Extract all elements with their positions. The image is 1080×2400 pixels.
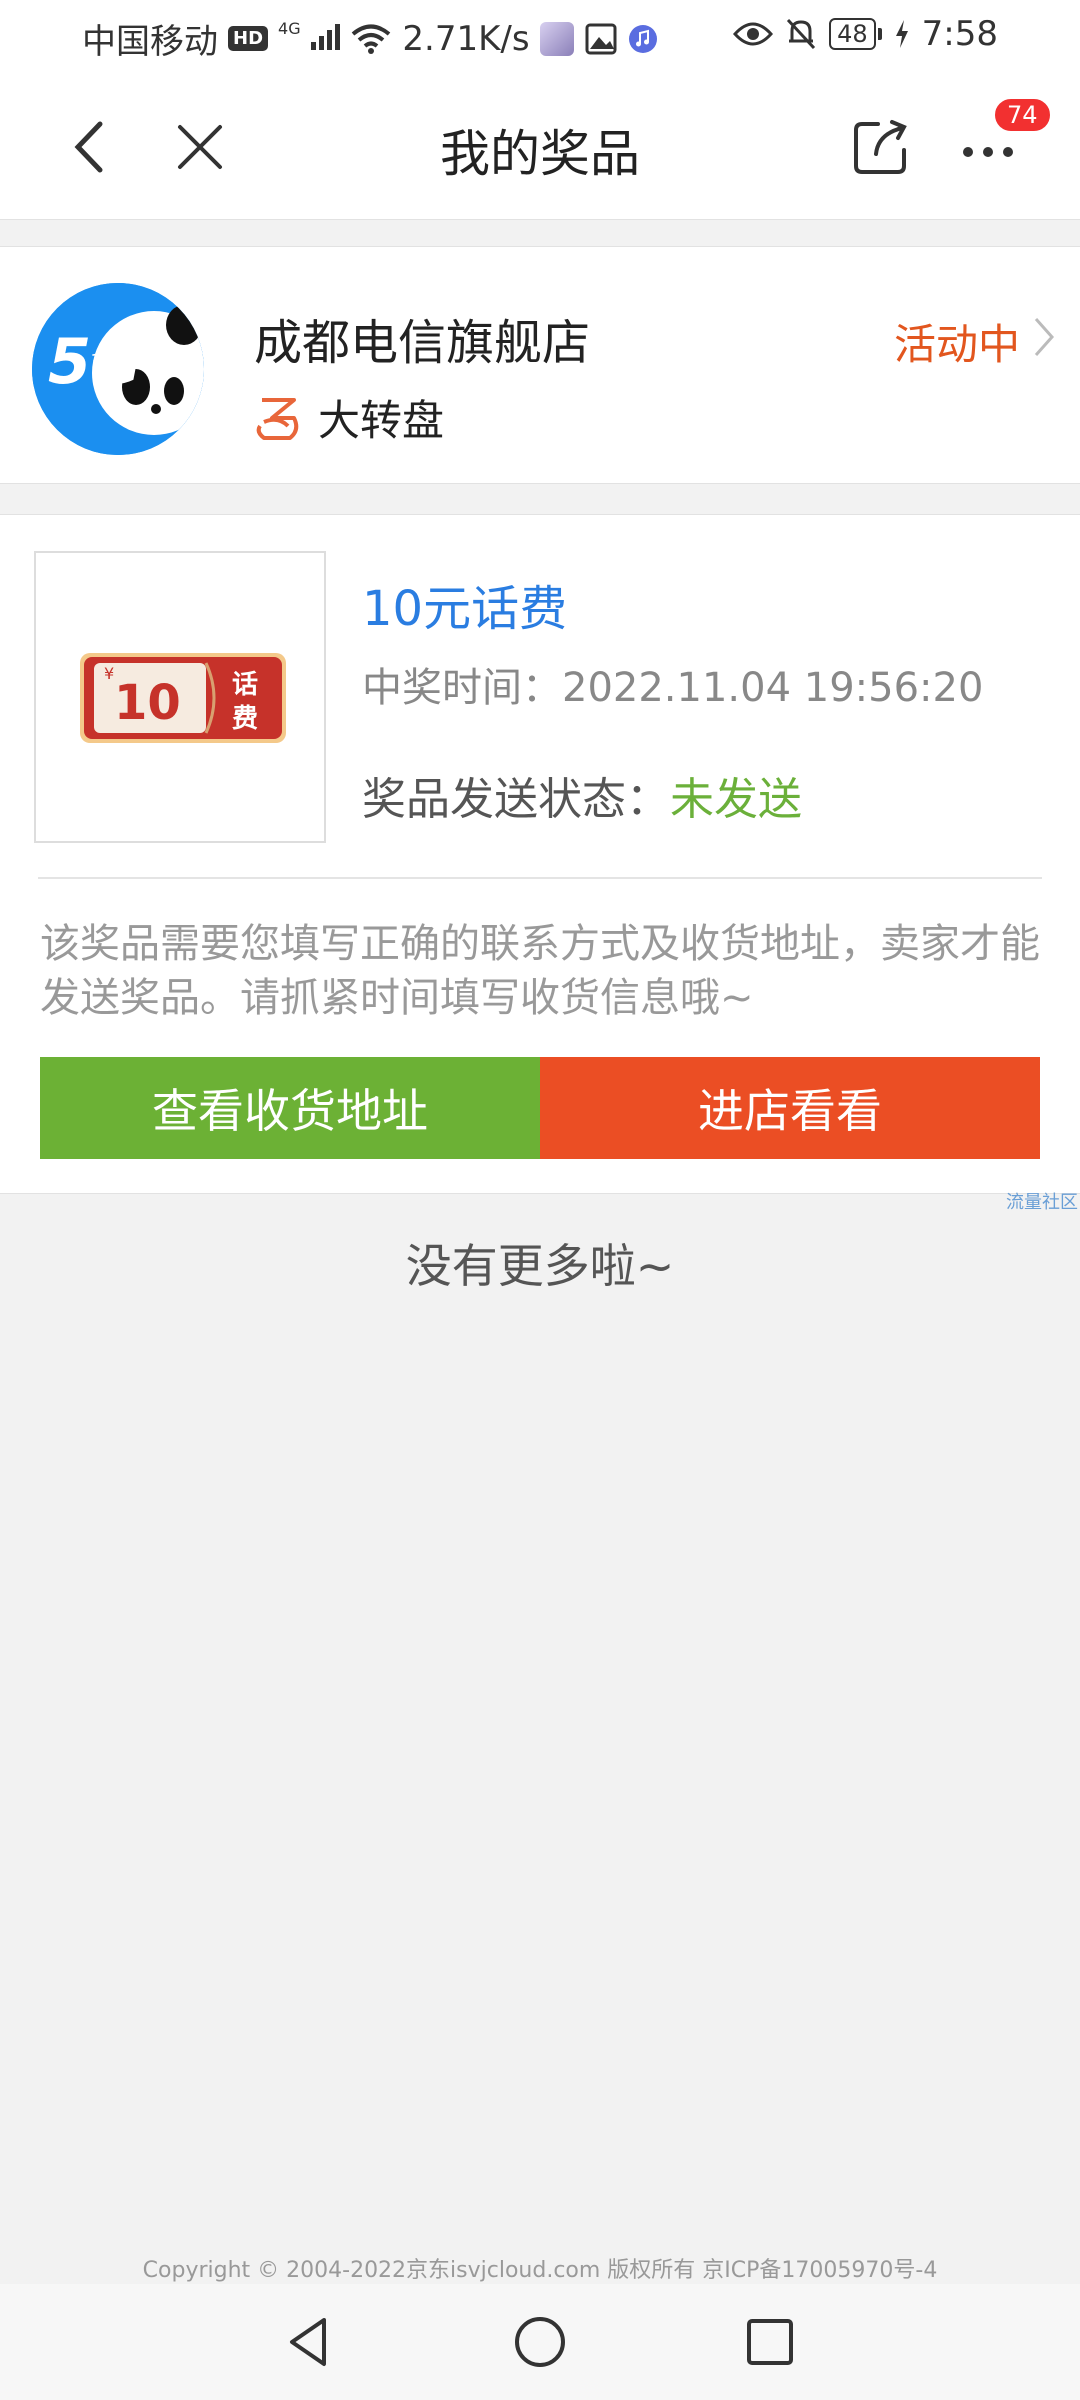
prize-notice: 该奖品需要您填写正确的联系方式及收货地址，卖家才能发送奖品。请抓紧时间填写收货信… (40, 921, 1040, 1021)
carrier-label: 中国移动 (82, 22, 218, 62)
prize-card: ¥ 10 话 费 10元话费 中奖时间：2022.11.04 19:56:20 … (0, 514, 1080, 1194)
battery-level: 48 (829, 18, 876, 50)
chevron-right-icon (1034, 318, 1055, 356)
system-home-icon[interactable] (508, 2310, 572, 2374)
prize-send-status: 奖品发送状态：未发送 (362, 763, 802, 827)
status-right: 48 7:58 (733, 14, 998, 54)
net-speed: 2.71K/s (402, 18, 530, 59)
nav-bar: 我的奖品 74 (0, 72, 1080, 220)
prize-time-label: 中奖时间： (362, 665, 562, 711)
copyright: Copyright © 2004-2022京东isvjcloud.com 版权所… (142, 2258, 938, 2283)
eye-icon (733, 22, 774, 46)
system-nav-bar (0, 2284, 1080, 2400)
anime-app-icon (539, 21, 574, 56)
svg-text:¥: ¥ (104, 664, 114, 683)
image-notification-icon (585, 23, 617, 54)
prize-time-value: 2022.11.04 19:56:20 (562, 665, 984, 711)
hd-icon: HD (228, 26, 269, 51)
mute-bell-icon (786, 18, 816, 50)
visit-shop-button[interactable]: 进店看看 (540, 1057, 1040, 1159)
notification-badge: 74 (992, 96, 1053, 134)
status-left: 中国移动 HD 4G 2.71K/s (82, 14, 658, 63)
wheel-icon (256, 397, 299, 440)
watermark: 流量社区 (1006, 1192, 1078, 1213)
prize-name: 10元话费 (362, 581, 568, 637)
view-address-button[interactable]: 查看收货地址 (40, 1057, 540, 1159)
thumb-value: 10 (114, 675, 181, 731)
game-type: 大转盘 (252, 387, 444, 448)
share-icon[interactable] (848, 114, 914, 180)
music-app-icon (628, 24, 657, 53)
shop-name: 成都电信旗舰店 (254, 315, 591, 371)
status-label: 奖品发送状态： (362, 774, 670, 825)
thumb-label-1: 话 (232, 670, 258, 700)
phone-credit-coupon-icon: ¥ 10 话 费 (80, 653, 286, 743)
action-buttons: 查看收货地址 进店看看 (40, 1057, 1040, 1159)
thumb-label-2: 费 (232, 704, 258, 734)
prize-thumbnail: ¥ 10 话 费 (34, 551, 326, 843)
battery-icon: 48 (829, 18, 882, 50)
shop-avatar: 5G hello (32, 283, 204, 455)
shop-card[interactable]: 5G hello 成都电信旗舰店 活动中 大转盘 (0, 246, 1080, 484)
status-bar: 中国移动 HD 4G 2.71K/s 48 7:58 (0, 0, 1080, 72)
status-value: 未发送 (670, 774, 802, 825)
activity-status: 活动中 (893, 320, 1020, 369)
system-recents-icon[interactable] (738, 2310, 802, 2374)
page-title: 我的奖品 (440, 125, 640, 183)
system-back-icon[interactable] (278, 2310, 342, 2374)
signal-icon: 4G (278, 18, 341, 59)
wifi-icon (352, 24, 391, 54)
no-more-label: 没有更多啦~ (405, 1239, 675, 1293)
clock: 7:58 (921, 14, 998, 54)
shop-logo-icon: 5G hello (32, 283, 204, 455)
charging-icon (895, 20, 908, 48)
prize-time: 中奖时间：2022.11.04 19:56:20 (362, 655, 983, 713)
game-label: 大转盘 (318, 396, 445, 445)
network-type: 4G (278, 18, 301, 38)
divider (38, 877, 1042, 879)
